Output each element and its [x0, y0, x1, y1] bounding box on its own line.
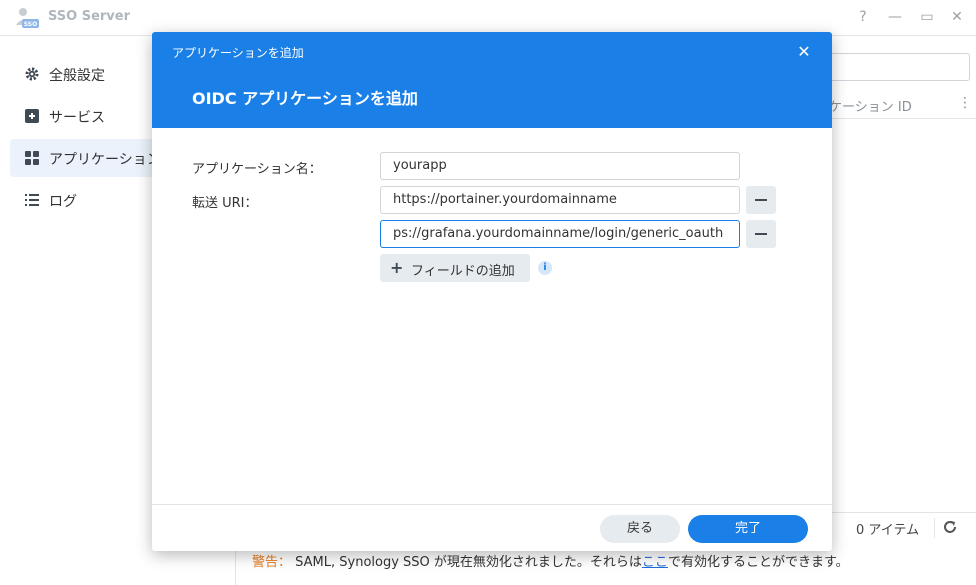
list-icon	[25, 194, 39, 206]
item-count: 0 アイテム	[856, 523, 920, 538]
plus-icon: +	[390, 258, 404, 277]
dialog-heading: OIDC アプリケーションを追加	[192, 89, 418, 108]
app-name-input[interactable]: yourapp	[380, 152, 740, 180]
done-button[interactable]: 完了	[688, 515, 808, 543]
window-titlebar: SSO SSO Server ? — ▭ ✕	[0, 0, 976, 36]
window-close-button[interactable]: ✕	[947, 7, 967, 27]
redirect-uri-label: 転送 URI：	[192, 196, 258, 211]
service-icon	[25, 109, 39, 123]
app-name-label: アプリケーション名：	[192, 162, 322, 177]
sidebar-item-label: 全般設定	[49, 68, 105, 84]
warning-text: SAML, Synology SSO が現在無効化されました。それらは	[291, 555, 642, 570]
gear-icon	[25, 67, 39, 81]
remove-uri-button[interactable]	[746, 186, 776, 214]
refresh-icon[interactable]	[942, 519, 958, 535]
sidebar-item-label: サービス	[49, 110, 105, 126]
enable-link[interactable]: ここ	[642, 555, 668, 570]
redirect-uri-input-2[interactable]: ps://grafana.yourdomainname/login/generi…	[380, 220, 740, 248]
minimize-button[interactable]: —	[885, 7, 905, 27]
logo-text: SSO	[24, 21, 37, 28]
footer-divider	[934, 518, 935, 538]
sidebar-item-label: ログ	[49, 194, 77, 210]
dialog-header: アプリケーションを追加 ✕ OIDC アプリケーションを追加	[152, 32, 832, 128]
warning-label: 警告：	[252, 555, 292, 570]
dialog-close-icon[interactable]: ✕	[794, 42, 814, 62]
help-button[interactable]: ?	[853, 7, 873, 27]
add-field-label: フィールドの追加	[411, 264, 515, 279]
remove-uri-button[interactable]	[746, 220, 776, 248]
maximize-button[interactable]: ▭	[917, 7, 937, 27]
add-application-dialog: アプリケーションを追加 ✕ OIDC アプリケーションを追加 アプリケーション名…	[152, 32, 832, 551]
info-icon[interactable]: i	[538, 261, 552, 275]
sso-logo-icon: SSO	[16, 8, 39, 28]
app-title: SSO Server	[48, 9, 131, 24]
dialog-title: アプリケーションを追加	[172, 46, 304, 60]
warning-text-end: で有効化することができます。	[667, 555, 849, 570]
redirect-uri-input-1[interactable]: https://portainer.yourdomainname	[380, 186, 740, 214]
apps-icon	[25, 151, 39, 165]
sidebar-item-label: アプリケーション	[49, 152, 161, 168]
dialog-footer: 戻る 完了	[152, 504, 832, 551]
add-field-button[interactable]: + フィールドの追加	[380, 254, 530, 282]
warning-message: 警告： SAML, Synology SSO が現在無効化されました。それらはこ…	[252, 551, 849, 570]
back-button[interactable]: 戻る	[600, 515, 680, 543]
more-options-icon[interactable]: ⋮	[958, 95, 972, 111]
